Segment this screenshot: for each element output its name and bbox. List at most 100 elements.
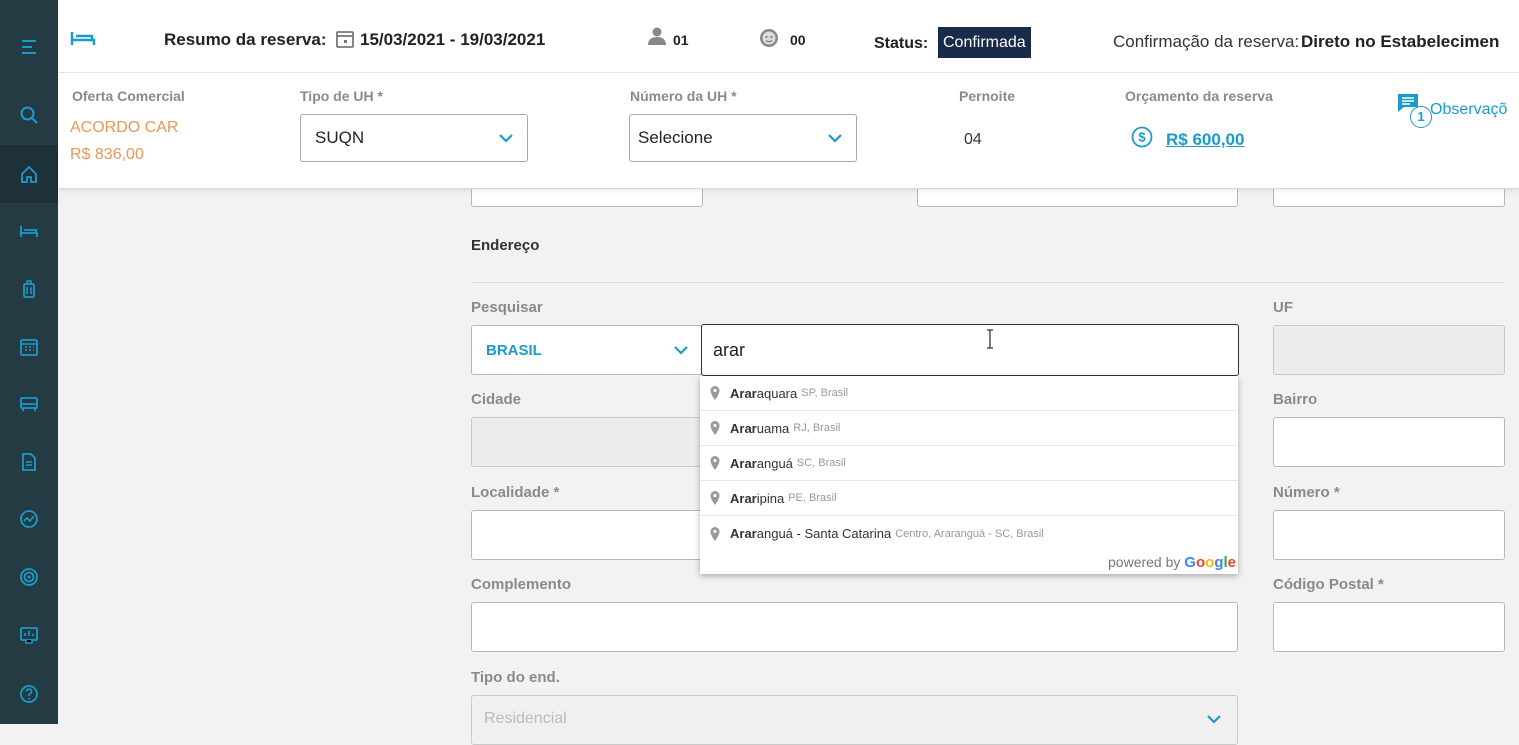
room-type-value: SUQN — [315, 128, 365, 147]
room-type-label: Tipo de UH * — [300, 88, 383, 104]
budget-label: Orçamento da reserva — [1125, 88, 1273, 104]
autocomplete-dropdown: Arar aquara SP, Brasil Arar uama RJ, Brasil … — [700, 376, 1238, 574]
home-icon[interactable] — [0, 145, 58, 203]
suggestion-match: Arar — [730, 385, 757, 401]
chart-icon[interactable] — [0, 490, 58, 548]
suggestion-item[interactable]: Arar anguá SC, Brasil — [700, 446, 1238, 481]
bed-icon — [70, 30, 96, 51]
district-field[interactable] — [1273, 417, 1505, 467]
map-pin-icon — [710, 491, 720, 505]
report-icon[interactable] — [0, 606, 58, 664]
suggestion-rest: anguá - Santa Catarina — [756, 526, 892, 541]
dollar-icon: $ — [1131, 126, 1153, 153]
nights-label: Pernoite — [959, 88, 1016, 104]
map-pin-icon — [710, 526, 720, 541]
suggestion-secondary: PE, Brasil — [788, 492, 837, 504]
suggestion-match: Arar — [730, 490, 757, 506]
reservation-summary-bar: Resumo da reserva: 15/03/2021 - 19/03/20… — [58, 0, 1519, 73]
postal-code-label: Código Postal * — [1273, 576, 1384, 593]
confirmation-value: Direto no Estabelecimen — [1301, 32, 1500, 51]
chevron-down-icon — [828, 134, 842, 143]
bed-icon[interactable] — [0, 202, 58, 260]
search-icon[interactable] — [0, 86, 58, 144]
offer-name: ACORDO CAR — [70, 119, 179, 136]
chevron-down-icon — [1207, 715, 1221, 724]
adult-icon — [647, 27, 667, 50]
suggestion-secondary: SC, Brasil — [796, 457, 846, 469]
summary-label: Resumo da reserva: — [164, 30, 327, 49]
document-icon[interactable] — [0, 433, 58, 491]
suggestion-secondary: RJ, Brasil — [793, 422, 841, 434]
room-number-value: Selecione — [638, 128, 713, 147]
notes-count-badge: 1 — [1410, 106, 1432, 128]
district-label: Bairro — [1273, 391, 1318, 408]
map-pin-icon — [710, 456, 720, 470]
address-search-input[interactable]: arar — [701, 324, 1239, 376]
suggestion-item[interactable]: Arar anguá - Santa Catarina Centro, Araran… — [700, 516, 1238, 551]
calendar-icon[interactable] — [0, 318, 58, 376]
suggestion-match: Arar — [730, 420, 757, 436]
notes-label: Observaçõ — [1430, 101, 1508, 118]
address-type-label: Tipo do end. — [471, 669, 560, 686]
nights-value: 04 — [964, 131, 982, 148]
uf-label: UF — [1273, 299, 1293, 316]
suggestion-match: Arar — [730, 455, 757, 471]
suggestion-item[interactable]: Arar ipina PE, Brasil — [700, 481, 1238, 516]
suggestion-match: Arar — [730, 526, 757, 541]
luggage-icon[interactable] — [0, 260, 58, 318]
postal-code-field[interactable] — [1273, 602, 1505, 652]
address-search-value: arar — [713, 340, 746, 360]
adults-count: 01 — [673, 32, 689, 48]
suggestion-secondary: SP, Brasil — [801, 387, 849, 399]
map-pin-icon — [710, 421, 720, 435]
powered-by-text: powered by — [1108, 554, 1181, 570]
status-badge: Confirmada — [938, 27, 1031, 58]
chevron-down-icon — [674, 346, 688, 355]
google-letter: e — [1227, 554, 1236, 571]
offer-price: R$ 836,00 — [70, 146, 144, 163]
target-icon[interactable] — [0, 548, 58, 606]
address-type-value: Residencial — [484, 710, 567, 727]
reservation-dates: 15/03/2021 - 19/03/2021 — [360, 30, 546, 49]
confirmation-label: Confirmação da reserva: — [1113, 32, 1300, 51]
text-cursor-icon — [987, 329, 993, 349]
city-label: Cidade — [471, 391, 522, 408]
uf-field[interactable] — [1273, 325, 1505, 375]
google-logo: Google — [1184, 554, 1236, 571]
country-select[interactable]: BRASIL — [471, 325, 703, 375]
suggestion-item[interactable]: Arar aquara SP, Brasil — [700, 376, 1238, 411]
suggestion-rest: anguá — [756, 455, 793, 471]
complement-field[interactable] — [471, 602, 1238, 652]
number-field[interactable] — [1273, 510, 1505, 560]
google-letter: o — [1195, 554, 1206, 571]
room-number-select[interactable]: Selecione — [629, 114, 857, 162]
room-type-select[interactable]: SUQN — [300, 114, 528, 162]
svg-text:$: $ — [1138, 130, 1146, 145]
search-label: Pesquisar — [471, 299, 543, 316]
suggestion-rest: uama — [756, 420, 790, 436]
offer-label: Oferta Comercial — [72, 88, 185, 104]
room-icon[interactable] — [0, 375, 58, 433]
budget-link[interactable]: R$ 600,00 — [1166, 130, 1244, 150]
reservation-header: Resumo da reserva: 15/03/2021 - 19/03/20… — [58, 0, 1519, 189]
address-type-select[interactable]: Residencial — [471, 695, 1238, 745]
suggestion-rest: aquara — [756, 385, 798, 401]
number-label: Número * — [1273, 484, 1340, 501]
suggestion-item[interactable]: Arar uama RJ, Brasil — [700, 411, 1238, 446]
suggestion-rest: ipina — [756, 490, 785, 506]
chevron-down-icon — [499, 134, 513, 143]
google-letter: o — [1205, 554, 1215, 571]
suggestion-secondary: Centro, Araranguá - SC, Brasil — [895, 527, 1044, 540]
children-count: 00 — [790, 32, 806, 48]
notes-button[interactable]: 1 Observaçõ — [1396, 92, 1519, 132]
status-label: Status: — [874, 35, 929, 52]
powered-by-google: powered by Google — [1108, 554, 1236, 571]
menu-icon[interactable] — [0, 18, 58, 76]
address-section-title: Endereço — [471, 237, 540, 254]
sidebar — [0, 0, 58, 724]
google-letter: G — [1184, 554, 1196, 571]
section-divider — [471, 282, 1505, 283]
complement-label: Complemento — [471, 576, 572, 593]
country-value: BRASIL — [486, 341, 542, 359]
help-icon[interactable] — [0, 665, 58, 723]
